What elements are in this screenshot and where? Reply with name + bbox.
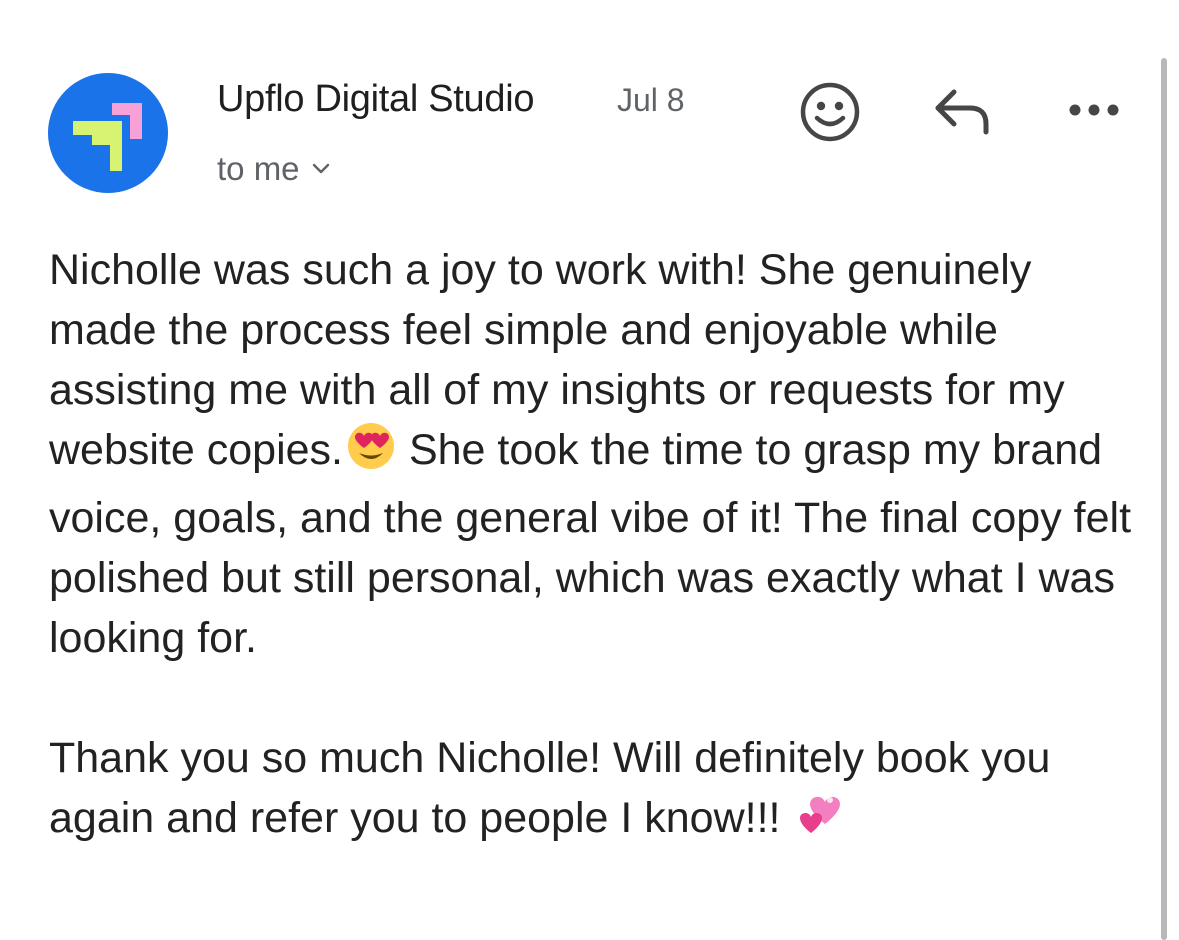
- email-body: Nicholle was such a joy to work with! Sh…: [49, 240, 1149, 856]
- body-paragraph-1: Nicholle was such a joy to work with! Sh…: [49, 240, 1149, 668]
- more-options-button[interactable]: [1062, 90, 1126, 130]
- body-paragraph-2: Thank you so much Nicholle! Will definit…: [49, 728, 1149, 856]
- sender-avatar[interactable]: [48, 73, 168, 193]
- scrollbar[interactable]: [1161, 58, 1167, 940]
- heart-eyes-emoji: [345, 420, 397, 488]
- sender-name[interactable]: Upflo Digital Studio: [217, 78, 534, 121]
- chevron-down-icon: [312, 163, 329, 174]
- more-horizontal-icon: [1069, 104, 1119, 116]
- smiley-face-icon: [800, 82, 860, 142]
- email-date: Jul 8: [617, 82, 685, 118]
- upflo-logo-icon: [73, 103, 142, 171]
- recipient-label: to me: [217, 150, 300, 187]
- revolving-hearts-emoji: [794, 788, 850, 856]
- reply-button[interactable]: [930, 84, 994, 140]
- body-text-2: Thank you so much Nicholle! Will definit…: [49, 734, 1051, 842]
- reply-arrow-icon: [935, 89, 989, 135]
- add-reaction-button[interactable]: [798, 80, 862, 144]
- recipient-details-toggle[interactable]: to me: [217, 150, 330, 188]
